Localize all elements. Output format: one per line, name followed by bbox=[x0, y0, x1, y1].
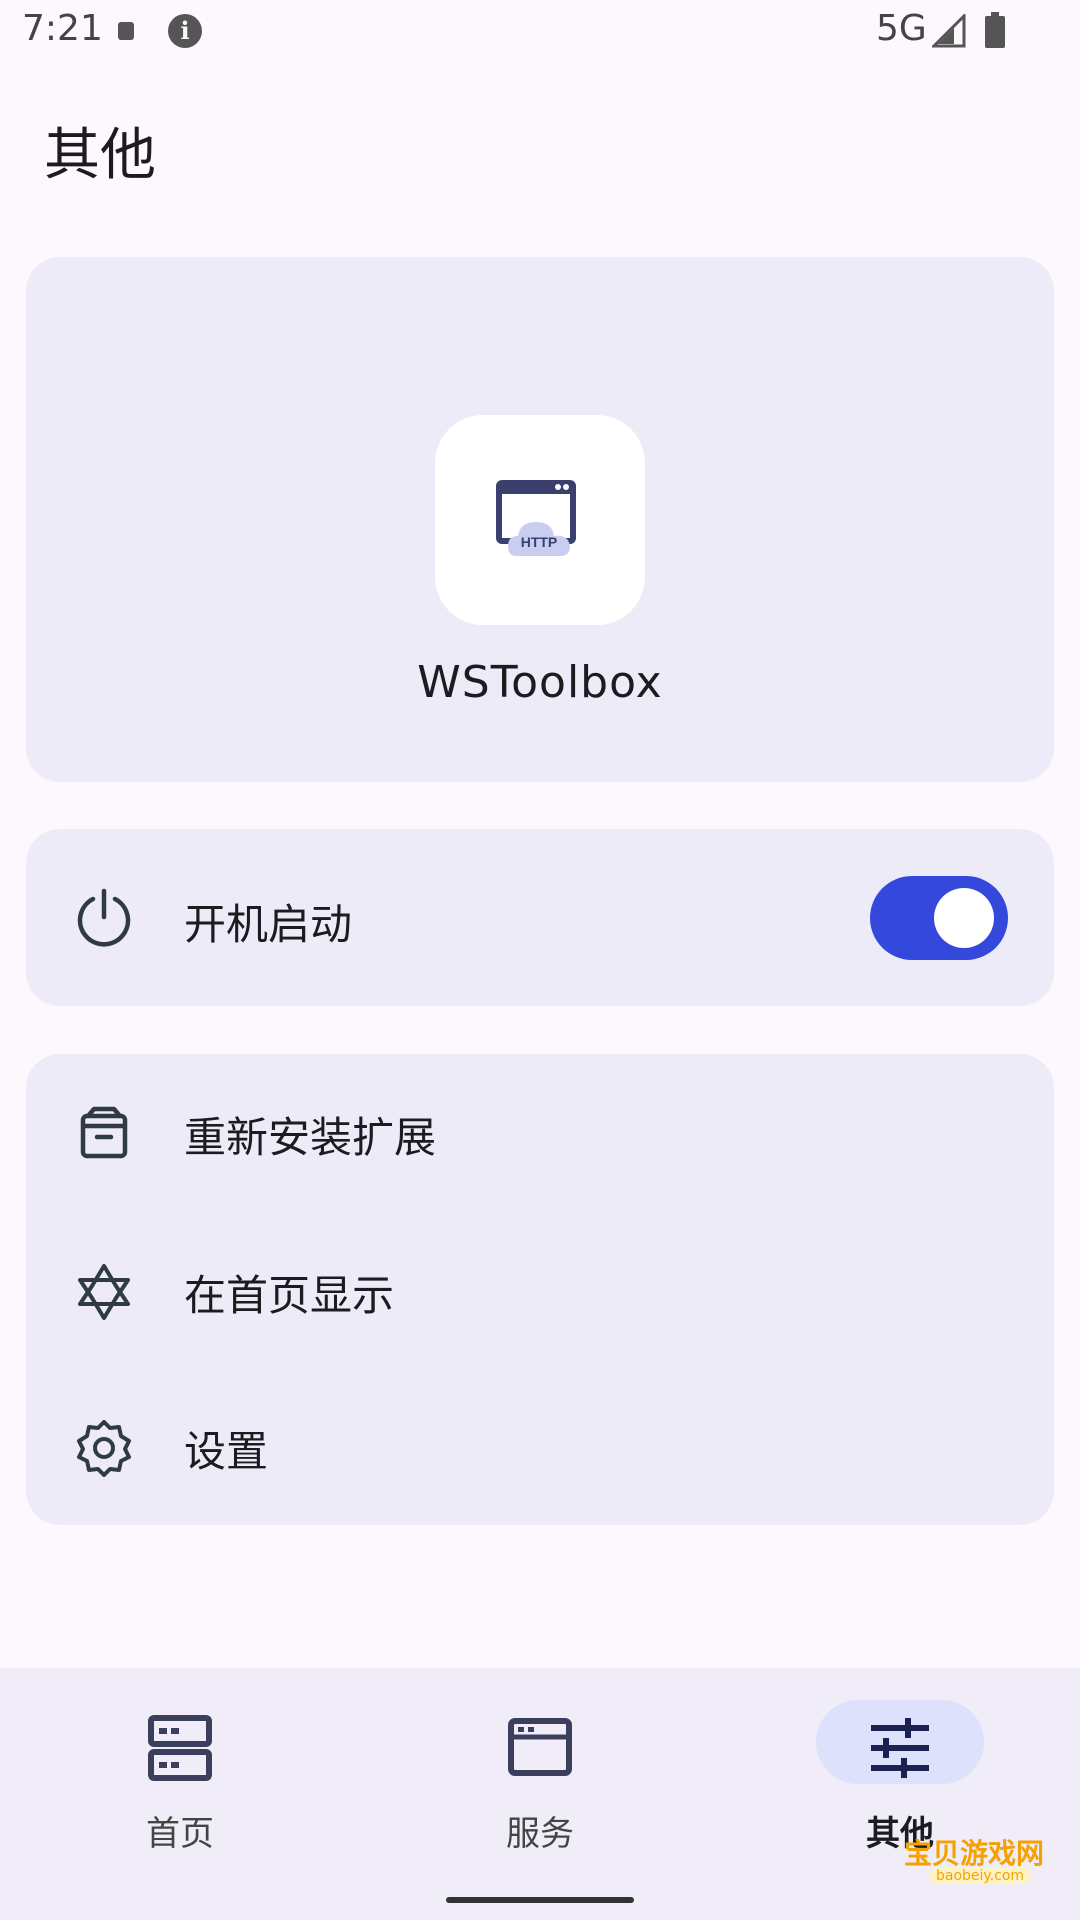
boot-start-label: 开机启动 bbox=[184, 900, 353, 949]
network-type: 5G bbox=[876, 8, 927, 49]
menu-item-label: 设置 bbox=[184, 1427, 269, 1476]
http-label: HTTP bbox=[521, 534, 558, 550]
watermark-logo: 宝贝游戏网 baobeiy.com bbox=[904, 1832, 1054, 1892]
watermark-sub: baobeiy.com bbox=[930, 1868, 1031, 1884]
status-time: 7:21 bbox=[22, 8, 103, 49]
watermark-title: 宝贝游戏网 bbox=[904, 1837, 1045, 1870]
signal-icon bbox=[932, 14, 966, 48]
star-of-david-icon bbox=[78, 1264, 130, 1320]
menu-item-settings[interactable]: 设置 bbox=[26, 1368, 1054, 1518]
menu-item-show-on-home[interactable]: 在首页显示 bbox=[26, 1212, 1054, 1362]
page-title: 其他 bbox=[44, 123, 156, 188]
nav-tab-services[interactable]: 服务 bbox=[360, 1668, 720, 1868]
sliders-icon bbox=[871, 1718, 929, 1778]
menu-item-label: 重新安装扩展 bbox=[184, 1113, 437, 1162]
menu-item-label: 在首页显示 bbox=[184, 1271, 395, 1320]
toggle-knob bbox=[934, 888, 994, 948]
power-icon bbox=[77, 888, 131, 947]
http-browser-icon: HTTP bbox=[496, 480, 576, 556]
battery-icon bbox=[985, 12, 1005, 48]
notification-icon bbox=[118, 22, 134, 40]
app-icon-tile: HTTP bbox=[435, 415, 645, 625]
app-name: WSToolbox bbox=[417, 657, 663, 708]
nav-tab-label: 首页 bbox=[146, 1814, 214, 1854]
menu-card: 重新安装扩展 在首页显示 设置 bbox=[26, 1054, 1054, 1525]
boot-start-toggle[interactable] bbox=[870, 876, 1008, 960]
nav-tab-home[interactable]: 首页 bbox=[0, 1668, 360, 1868]
nav-tab-label: 服务 bbox=[506, 1814, 574, 1854]
gesture-handle[interactable] bbox=[446, 1897, 634, 1903]
boot-start-card[interactable]: 开机启动 bbox=[26, 829, 1054, 1006]
gear-icon bbox=[77, 1420, 131, 1477]
app-info-card: HTTP WSToolbox bbox=[26, 257, 1054, 782]
archive-box-icon bbox=[80, 1106, 128, 1159]
server-icon bbox=[148, 1715, 212, 1781]
status-bar: 7:21 i 5G bbox=[0, 0, 1080, 64]
menu-item-reinstall-extension[interactable]: 重新安装扩展 bbox=[26, 1054, 1054, 1204]
window-icon bbox=[508, 1718, 572, 1776]
info-icon: i bbox=[168, 14, 202, 48]
